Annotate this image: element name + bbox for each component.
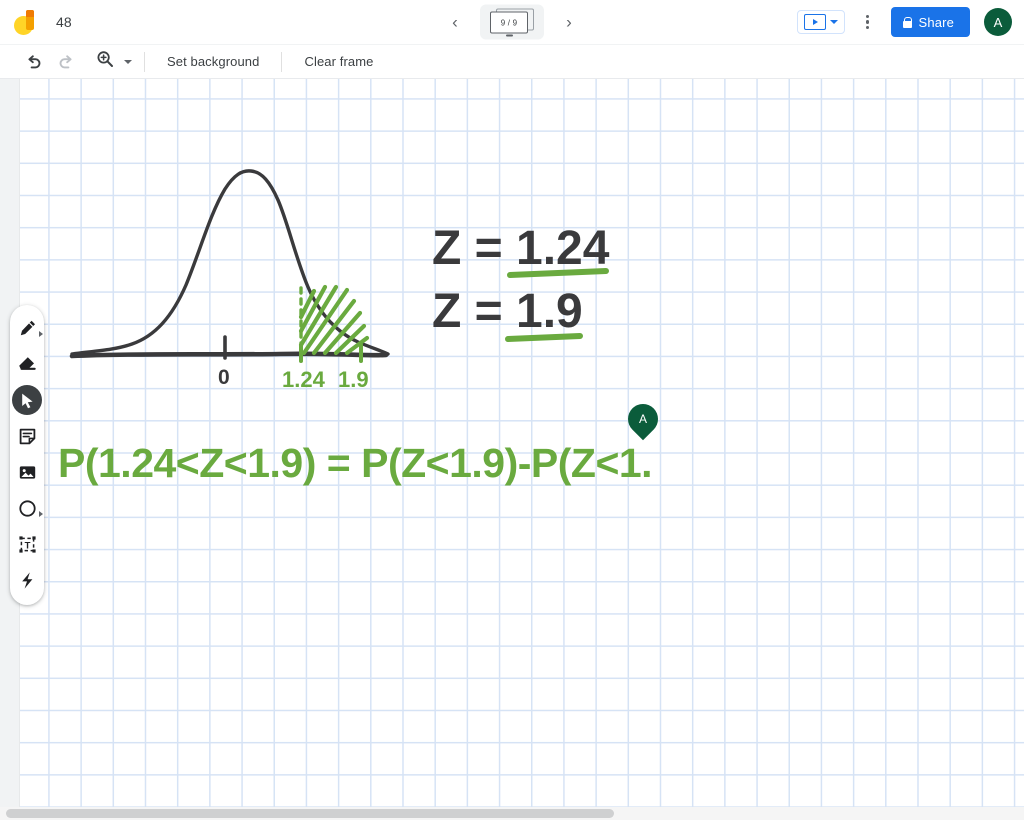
cursor-arrow-icon: [21, 393, 33, 408]
horizontal-scrollbar-thumb[interactable]: [6, 809, 614, 818]
undo-button[interactable]: [18, 47, 48, 77]
brand-area: 48: [0, 8, 72, 36]
zoom-button[interactable]: [90, 47, 120, 77]
chevron-down-icon[interactable]: [829, 20, 838, 24]
redo-icon: [57, 54, 73, 69]
secondary-toolbar: Set background Clear frame: [0, 45, 1024, 79]
share-button-label: Share: [918, 14, 954, 30]
document-title[interactable]: 48: [56, 14, 72, 30]
canvas-stage: 0 1.24 1.9 Z = 1.24 Z = 1.9 P(1.24<Z<1.9…: [0, 79, 1024, 820]
probability-expression: P(1.24<Z<1.9) = P(Z<1.9)-P(Z<1.: [58, 440, 652, 486]
pen-icon: [20, 320, 35, 335]
jam-canvas[interactable]: 0 1.24 1.9 Z = 1.24 Z = 1.9 P(1.24<Z<1.9…: [20, 79, 1024, 807]
present-button[interactable]: [796, 10, 845, 34]
region-upper-bound-label: 1.9: [338, 367, 369, 392]
sticky-note-icon: [19, 428, 35, 444]
top-bar: 48 ‹ 9 / 9 › Share A: [0, 0, 1024, 45]
image-icon: [19, 465, 35, 479]
z-equation-line-2: Z = 1.9: [432, 285, 583, 338]
present-to-window-icon: [803, 14, 826, 30]
frame-icon-stand: [506, 34, 513, 37]
text-box-icon: T: [18, 535, 36, 553]
tool-text-box[interactable]: T: [12, 529, 42, 559]
top-bar-right-actions: Share A: [796, 7, 1012, 37]
frame-counter-button[interactable]: 9 / 9: [480, 4, 544, 40]
cursor-pin-icon: A: [621, 397, 665, 441]
undo-icon: [25, 54, 41, 69]
toolbar-divider-2: [281, 51, 283, 72]
region-lower-bound-label: 1.24: [282, 367, 326, 392]
z-equation-2-underline: [505, 333, 583, 342]
tool-sticky-note[interactable]: [12, 421, 42, 451]
tool-pen[interactable]: [12, 313, 43, 343]
toolbar-divider-1: [144, 51, 145, 72]
collaborator-cursor: A: [621, 397, 665, 441]
avatar[interactable]: A: [984, 8, 1012, 36]
tool-rail: T: [10, 305, 44, 605]
zoom-dropdown-caret-icon[interactable]: [124, 59, 132, 64]
bell-curve-drawing: 0: [69, 169, 390, 389]
region-boundary-ticks: [299, 343, 363, 363]
circle-shape-icon: [18, 499, 36, 517]
tool-laser[interactable]: [12, 565, 42, 595]
frame-icon-front: 9 / 9: [490, 11, 528, 34]
logo-bar-part: [26, 10, 34, 30]
pen-submenu-caret-icon[interactable]: [39, 331, 43, 337]
clear-frame-button[interactable]: Clear frame: [294, 49, 383, 74]
svg-text:T: T: [24, 540, 30, 551]
shaded-region-hatching: [298, 284, 370, 357]
tool-image[interactable]: [12, 457, 42, 487]
tool-select[interactable]: [12, 385, 42, 415]
tool-eraser[interactable]: [12, 349, 42, 379]
jamboard-logo-icon[interactable]: [14, 8, 42, 36]
z-equations: Z = 1.24 Z = 1.9: [432, 222, 610, 342]
next-frame-button[interactable]: ›: [556, 9, 582, 35]
laser-pointer-icon: [21, 571, 32, 589]
axis-zero-label: 0: [218, 366, 230, 389]
frame-counter-label: 9 / 9: [500, 18, 518, 27]
tool-shape[interactable]: [12, 493, 43, 523]
lock-icon: [902, 16, 912, 28]
shape-submenu-caret-icon[interactable]: [39, 511, 43, 517]
more-vertical-icon[interactable]: [853, 7, 883, 37]
frame-navigation: ‹ 9 / 9 ›: [442, 4, 582, 40]
frame-bar-icon: 9 / 9: [490, 8, 534, 37]
previous-frame-button[interactable]: ‹: [442, 9, 468, 35]
redo-button[interactable]: [50, 47, 80, 77]
canvas-ink-layer: 0 1.24 1.9 Z = 1.24 Z = 1.9 P(1.24<Z<1.9…: [58, 169, 653, 486]
z-equation-line-1: Z = 1.24: [432, 222, 610, 275]
zoom-control: [90, 47, 132, 77]
eraser-icon: [19, 357, 36, 370]
horizontal-scrollbar-track[interactable]: [0, 807, 1024, 820]
collaborator-initial: A: [638, 412, 648, 427]
set-background-button[interactable]: Set background: [157, 49, 269, 74]
magnifier-plus-icon: [96, 50, 114, 73]
share-button[interactable]: Share: [890, 7, 970, 37]
z-equation-1-underline: [507, 268, 609, 278]
